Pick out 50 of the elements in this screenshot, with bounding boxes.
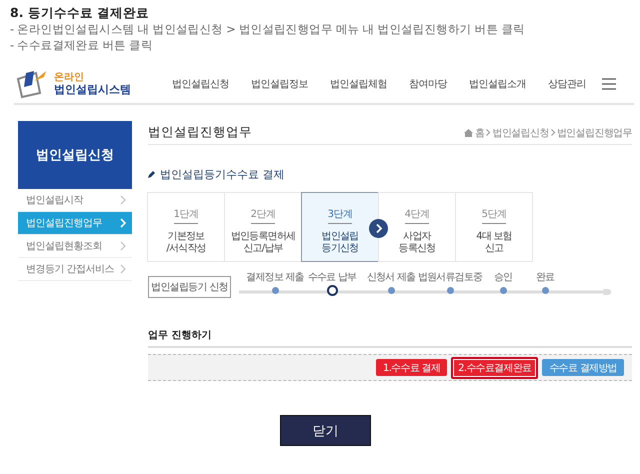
home-icon: [464, 128, 473, 136]
stage-label: 승인: [494, 272, 512, 284]
action-button[interactable]: 1.수수료 결제: [376, 359, 448, 376]
nav-link[interactable]: 법인설립정보: [251, 77, 308, 91]
chevron-icon: [120, 241, 126, 251]
register-button[interactable]: 법인설립등기 신청: [148, 276, 231, 298]
step-label: 사업자 등록신청: [398, 231, 436, 255]
close-button[interactable]: 닫기: [280, 415, 371, 446]
breadcrumb-link[interactable]: 법인설립신청: [492, 126, 549, 140]
nav-link[interactable]: 법인설립신청: [172, 77, 229, 91]
instruction-text: - 온라인법인설립시스템 내 법인설립신청 > 법인설립진행업무 메뉴 내 법인설립진행하기 버튼 클릭: [10, 21, 526, 37]
page-title: 법인설립진행업무: [148, 124, 252, 141]
nav-link[interactable]: 상담관리: [548, 77, 586, 91]
chevron-icon: [120, 195, 126, 205]
chevron-icon: [120, 218, 126, 228]
stage-label: 완료: [536, 272, 554, 284]
breadcrumb-link[interactable]: 홈: [474, 126, 484, 140]
chevron-icon: [120, 264, 126, 274]
step-label: 법인등록면허세 신고/납부: [230, 231, 296, 255]
step-label: 법인설립 등기신청: [322, 231, 358, 255]
step-number: 1단계: [174, 207, 198, 224]
sidebar-item[interactable]: 법인설립진행업무: [18, 212, 132, 235]
step-label: 기본정보 /서식작성: [166, 231, 206, 255]
instruction-text: - 수수료결제완료 버튼 클릭: [10, 37, 154, 53]
nav-link[interactable]: 법인설립소개: [469, 77, 526, 91]
chevron-icon: [550, 129, 555, 136]
logo-text: 법인설립시스템: [54, 84, 131, 96]
section-title: 법인설립등기수수료 결제: [160, 167, 284, 182]
menu-icon[interactable]: [602, 78, 616, 90]
action-button[interactable]: 수수료 결제방법: [542, 359, 624, 376]
sidebar-title: 법인설립신청: [18, 121, 132, 189]
stage-label: 결제정보 제출: [246, 272, 304, 284]
chevron-icon: [486, 129, 490, 136]
stage-label: 신청서 제출: [366, 272, 416, 284]
stage-label: 법원서류검토중: [418, 272, 482, 284]
timeline-arrow-icon: [239, 289, 611, 295]
nav-link[interactable]: 법인설립체험: [330, 77, 387, 91]
section-heading: 8. 등기수수료 결제완료: [10, 4, 150, 21]
step-number: 5단계: [482, 207, 506, 224]
step-number: 2단계: [250, 207, 276, 224]
task-title: 업무 진행하기: [148, 328, 632, 348]
logo-text: 온라인: [54, 72, 85, 84]
action-button[interactable]: 2.수수료결제완료: [451, 356, 538, 378]
step-number: 3단계: [328, 207, 352, 224]
step-label: 4대 보험 신고: [476, 231, 512, 255]
pencil-icon: [148, 171, 155, 178]
nav-link[interactable]: 참여마당: [409, 77, 447, 91]
stage-label: 수수료 납부: [308, 272, 356, 284]
breadcrumb-link[interactable]: 법인설립진행업무: [556, 126, 632, 140]
step-number: 4단계: [404, 207, 430, 224]
